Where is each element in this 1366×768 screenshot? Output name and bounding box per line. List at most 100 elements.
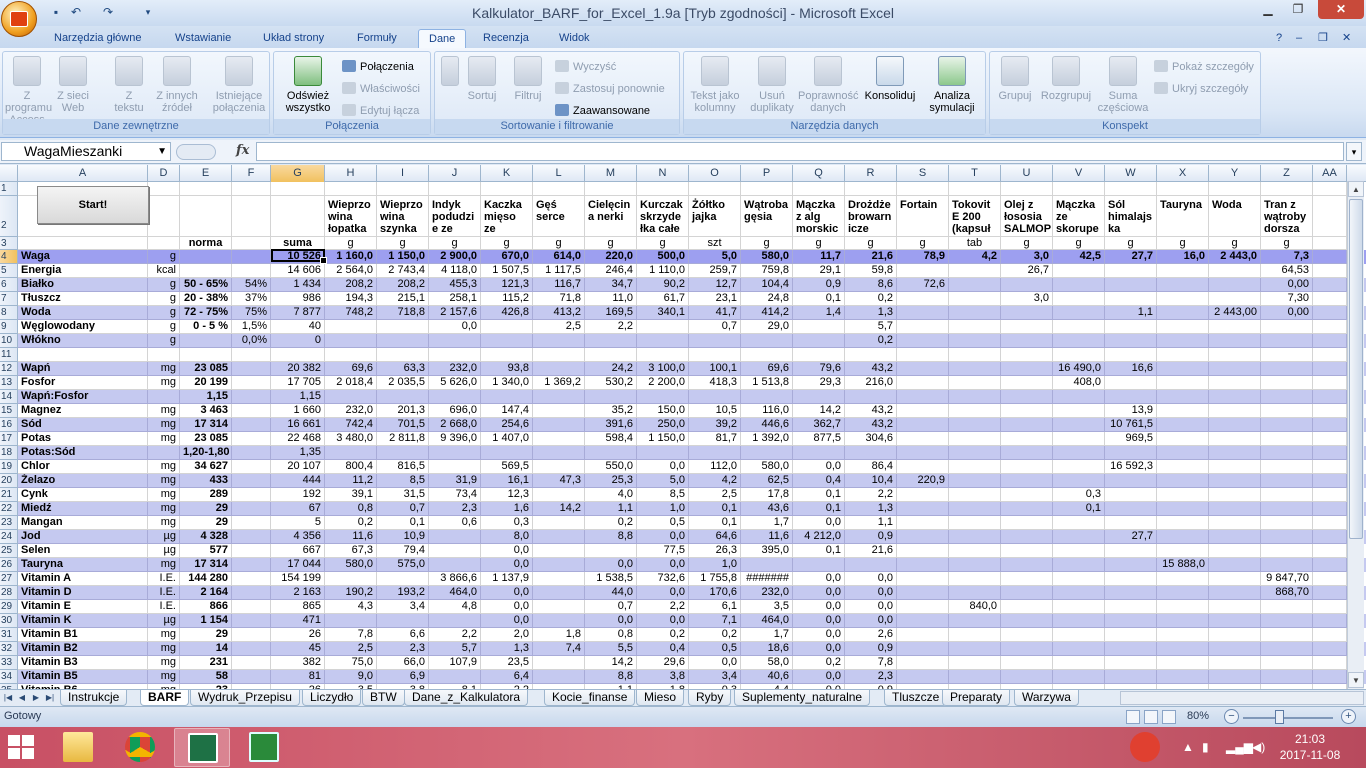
cell[interactable]: 418,3 (689, 376, 741, 390)
cell[interactable]: 759,8 (741, 264, 793, 278)
cell[interactable]: I.E. (148, 600, 180, 614)
cell[interactable]: 115,2 (481, 292, 533, 306)
cell[interactable]: 1 137,9 (481, 572, 533, 586)
column-header-r[interactable]: R (845, 165, 897, 182)
cell[interactable]: Vitamin K (18, 614, 148, 628)
cell[interactable]: 5,0 (637, 474, 689, 488)
cell[interactable]: 86,4 (845, 460, 897, 474)
cell[interactable]: 220,0 (585, 250, 637, 264)
cell[interactable] (1001, 404, 1053, 418)
cell[interactable] (1313, 502, 1347, 516)
cell[interactable] (377, 614, 429, 628)
cell[interactable] (1053, 558, 1105, 572)
cell[interactable] (232, 182, 271, 196)
cell[interactable] (232, 362, 271, 376)
cell[interactable] (232, 390, 271, 404)
name-box[interactable]: WagaMieszanki ▼ (1, 142, 171, 161)
cell[interactable]: 208,2 (325, 278, 377, 292)
cell[interactable] (1053, 446, 1105, 460)
row-header-3[interactable]: 3 (0, 237, 18, 250)
cell[interactable] (637, 390, 689, 404)
cell[interactable] (481, 334, 533, 348)
cell[interactable]: 2,5 (533, 320, 585, 334)
cell[interactable] (897, 642, 949, 656)
cell[interactable]: 14,2 (533, 502, 585, 516)
cell[interactable]: 4 328 (180, 530, 232, 544)
cell[interactable]: 2,2 (429, 628, 481, 642)
sheet-tab-mieso[interactable]: Mieso (636, 690, 685, 706)
cell[interactable]: 0,0 (793, 516, 845, 530)
column-header-s[interactable]: S (897, 165, 949, 182)
cell[interactable] (429, 460, 481, 474)
cell[interactable]: 0,0 (429, 320, 481, 334)
cell[interactable]: 0,9 (793, 278, 845, 292)
row-header-21[interactable]: 21 (0, 488, 18, 502)
food-column-header[interactable]: Olej z łososia SALMOP (1001, 196, 1053, 237)
tab-uklad-strony[interactable]: Układ strony (253, 29, 334, 48)
cell[interactable]: Vitamin D (18, 586, 148, 600)
column-header-x[interactable]: X (1157, 165, 1209, 182)
column-header-a[interactable]: A (18, 165, 148, 182)
cell[interactable] (377, 320, 429, 334)
cell[interactable] (689, 182, 741, 196)
cell[interactable] (1001, 182, 1053, 196)
cell[interactable]: Chlor (18, 460, 148, 474)
cell[interactable] (429, 530, 481, 544)
cell[interactable] (232, 432, 271, 446)
cell[interactable] (845, 558, 897, 572)
cell[interactable]: 1,4 (793, 306, 845, 320)
cell[interactable]: 667 (271, 544, 325, 558)
cell[interactable] (793, 446, 845, 460)
cell[interactable] (325, 334, 377, 348)
cell[interactable] (1209, 460, 1261, 474)
cell[interactable] (1053, 278, 1105, 292)
cell[interactable] (1209, 390, 1261, 404)
cell[interactable]: 455,3 (429, 278, 481, 292)
column-header-f[interactable]: F (232, 165, 271, 182)
cell[interactable]: mg (148, 418, 180, 432)
cell[interactable] (1053, 432, 1105, 446)
cell[interactable] (897, 502, 949, 516)
cell[interactable]: 2 743,4 (377, 264, 429, 278)
cell[interactable] (897, 334, 949, 348)
cell[interactable]: 471 (271, 614, 325, 628)
cell[interactable]: I.E. (148, 586, 180, 600)
cell[interactable]: 1,0 (637, 502, 689, 516)
row-header-30[interactable]: 30 (0, 614, 18, 628)
row-header-27[interactable]: 27 (0, 572, 18, 586)
cell[interactable]: 464,0 (429, 586, 481, 600)
row-header-19[interactable]: 19 (0, 460, 18, 474)
cell[interactable] (793, 390, 845, 404)
cell[interactable]: µg (148, 614, 180, 628)
cell[interactable]: 1 392,0 (741, 432, 793, 446)
food-column-header[interactable]: Woda (1209, 196, 1261, 237)
cell[interactable] (1209, 320, 1261, 334)
cell[interactable]: mg (148, 362, 180, 376)
cell[interactable] (1209, 628, 1261, 642)
food-column-header[interactable]: Tokovit E 200 (kapsuł (949, 196, 1001, 237)
cell[interactable]: g (148, 292, 180, 306)
cell[interactable]: 0,1 (793, 292, 845, 306)
cell[interactable] (897, 530, 949, 544)
sheet-tab-wydruk-przepisu[interactable]: Wydruk_Przepisu (190, 690, 300, 706)
cell[interactable] (949, 320, 1001, 334)
cell[interactable]: 8,5 (637, 488, 689, 502)
cell[interactable] (429, 544, 481, 558)
cell[interactable] (232, 670, 271, 684)
cell[interactable]: 0,8 (585, 628, 637, 642)
food-column-header[interactable]: Tran z wątroby dorsza (1261, 196, 1313, 237)
cell[interactable] (232, 600, 271, 614)
refresh-all-button[interactable]: Odśwież wszystko (278, 54, 338, 114)
cell[interactable] (180, 334, 232, 348)
cell[interactable]: 0,7 (585, 600, 637, 614)
cell[interactable] (1209, 600, 1261, 614)
cell[interactable]: 0,0 (481, 586, 533, 600)
cell[interactable] (1001, 474, 1053, 488)
cell[interactable]: 67 (271, 502, 325, 516)
cell[interactable]: 614,0 (533, 250, 585, 264)
cell[interactable]: 670,0 (481, 250, 533, 264)
cell[interactable] (897, 460, 949, 474)
cell[interactable] (18, 237, 148, 250)
cell[interactable]: 0,7 (377, 502, 429, 516)
cell[interactable]: mg (148, 558, 180, 572)
